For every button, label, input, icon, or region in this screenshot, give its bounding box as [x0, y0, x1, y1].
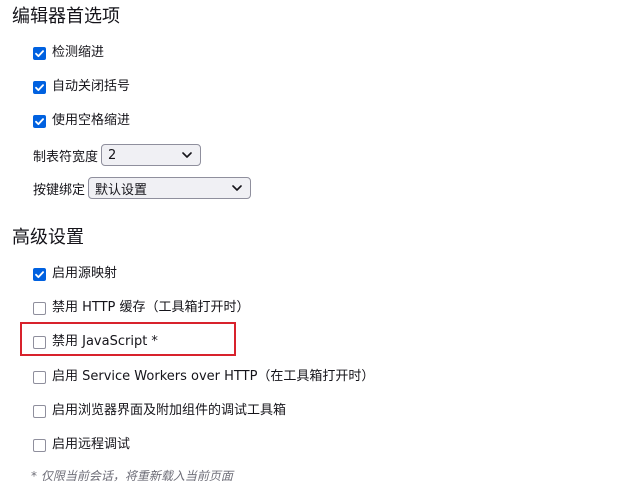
keybinding-select[interactable]: 默认设置: [88, 177, 252, 199]
checkbox-disable-javascript[interactable]: 禁用 JavaScript *: [33, 332, 158, 352]
checkmark-icon: [35, 270, 44, 278]
checkbox-label: 检测缩进: [52, 45, 105, 60]
checkbox-remote-debugging[interactable]: 启用远程调试: [33, 435, 130, 455]
checkbox-box[interactable]: [33, 46, 46, 60]
tab-size-value: 2: [108, 147, 117, 163]
checkbox-auto-close-brackets[interactable]: 自动关闭括号: [33, 77, 130, 97]
checkbox-box[interactable]: [33, 80, 46, 94]
checkbox-label: 启用浏览器界面及附加组件的调试工具箱: [52, 403, 287, 418]
checkbox-label: 启用源映射: [52, 266, 118, 281]
checkbox-label: 启用 Service Workers over HTTP（在工具箱打开时）: [52, 369, 375, 384]
checkbox-label: 禁用 JavaScript *: [52, 334, 158, 349]
checkbox-box[interactable]: [33, 267, 46, 281]
checkbox-box[interactable]: [33, 404, 46, 418]
chevron-down-icon: [182, 152, 192, 158]
checkbox-label: 使用空格缩进: [52, 113, 131, 128]
editor-prefs-title: 编辑器首选项: [12, 6, 120, 27]
checkbox-disable-http-cache[interactable]: 禁用 HTTP 缓存（工具箱打开时）: [33, 298, 250, 318]
checkbox-box[interactable]: [33, 301, 46, 315]
checkbox-enable-source-maps[interactable]: 启用源映射: [33, 264, 117, 284]
footnote: * 仅限当前会话，将重新载入当前页面: [31, 469, 233, 483]
checkbox-label: 启用远程调试: [52, 437, 131, 452]
checkbox-label: 禁用 HTTP 缓存（工具箱打开时）: [52, 300, 250, 315]
tab-size-select[interactable]: 2: [101, 144, 202, 166]
checkbox-browser-chrome-debugging[interactable]: 启用浏览器界面及附加组件的调试工具箱: [33, 401, 286, 421]
tab-size-row: 制表符宽度 2: [33, 144, 202, 166]
checkbox-box[interactable]: [33, 335, 46, 349]
advanced-settings-title: 高级设置: [12, 227, 84, 248]
checkmark-icon: [35, 117, 44, 125]
checkmark-icon: [35, 83, 44, 91]
checkbox-box[interactable]: [33, 114, 46, 128]
keybinding-value: 默认设置: [95, 182, 148, 198]
checkbox-box[interactable]: [33, 370, 46, 384]
checkbox-service-workers-http[interactable]: 启用 Service Workers over HTTP（在工具箱打开时）: [33, 367, 374, 387]
keybinding-label: 按键绑定: [33, 182, 86, 198]
tab-size-label: 制表符宽度: [33, 149, 99, 165]
checkbox-indent-with-spaces[interactable]: 使用空格缩进: [33, 111, 130, 131]
checkbox-box[interactable]: [33, 438, 46, 452]
checkbox-detect-indent[interactable]: 检测缩进: [33, 43, 104, 63]
checkbox-label: 自动关闭括号: [52, 79, 131, 94]
chevron-down-icon: [232, 185, 242, 191]
checkmark-icon: [35, 49, 44, 57]
keybinding-row: 按键绑定 默认设置: [33, 177, 252, 199]
